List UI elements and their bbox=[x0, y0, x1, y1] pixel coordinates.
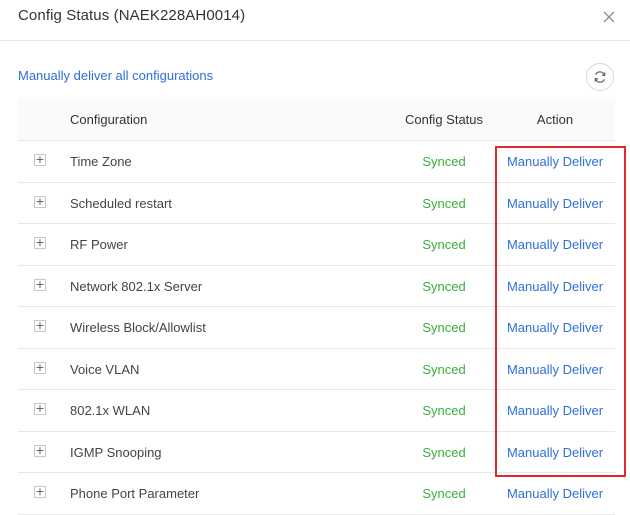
table-header: Configuration Config Status Action bbox=[18, 99, 615, 141]
status-synced: Synced bbox=[422, 361, 466, 377]
refresh-button[interactable] bbox=[586, 63, 614, 91]
table-row: + Network 802.1x Server Synced Manually Del… bbox=[18, 266, 615, 307]
configuration-name: Wireless Block/Allowlist bbox=[70, 320, 206, 335]
configuration-name: RF Power bbox=[70, 237, 128, 252]
status-synced: Synced bbox=[422, 278, 466, 294]
column-header-action: Action bbox=[536, 112, 574, 127]
configuration-name: Voice VLAN bbox=[70, 361, 140, 377]
refresh-icon bbox=[594, 71, 606, 83]
status-synced: Synced bbox=[422, 195, 466, 211]
manually-deliver-link[interactable]: Manually Deliver bbox=[505, 154, 605, 169]
status-synced: Synced bbox=[422, 320, 466, 335]
table-body: + Time Zone Synced Manually Deliver + Schedul… bbox=[18, 141, 615, 515]
config-status-table: Configuration Config Status Action + Time… bbox=[18, 99, 615, 515]
dialog-header: Config Status (NAEK228AH0014) bbox=[0, 0, 630, 41]
column-header-configuration: Configuration bbox=[70, 112, 148, 127]
configuration-name: Phone Port Parameter bbox=[70, 486, 200, 501]
manually-deliver-link[interactable]: Manually Deliver bbox=[505, 445, 605, 460]
expand-row-button[interactable]: + bbox=[34, 320, 46, 332]
expand-row-button[interactable]: + bbox=[34, 278, 46, 291]
status-synced: Synced bbox=[422, 237, 466, 252]
dialog-title: Config Status (NAEK228AH0014) bbox=[18, 7, 246, 24]
table-row: + Wireless Block/Allowlist Synced Manually … bbox=[18, 307, 615, 349]
deliver-all-link[interactable]: Manually deliver all configurations bbox=[18, 68, 213, 83]
expand-row-button[interactable]: + bbox=[34, 195, 46, 208]
manually-deliver-link[interactable]: Manually Deliver bbox=[505, 237, 605, 252]
expand-row-button[interactable]: + bbox=[34, 444, 46, 457]
table-row: + Scheduled restart Synced Manually Deliver bbox=[18, 183, 615, 224]
table-row: + RF Power Synced Manually Deliver bbox=[18, 224, 615, 266]
close-button[interactable] bbox=[600, 8, 618, 26]
table-row: +802.1x WLAN Synced Manually Deliver bbox=[18, 390, 615, 432]
expand-row-button[interactable]: + bbox=[34, 154, 46, 166]
expand-row-button[interactable]: + bbox=[34, 486, 46, 498]
status-synced: Synced bbox=[422, 403, 466, 418]
table-row: + Time Zone Synced Manually Deliver bbox=[18, 141, 615, 183]
status-synced: Synced bbox=[422, 486, 466, 501]
manually-deliver-link[interactable]: Manually Deliver bbox=[505, 362, 605, 377]
configuration-name: Network 802.1x Server bbox=[70, 278, 203, 294]
status-synced: Synced bbox=[422, 444, 466, 460]
configuration-name: Scheduled restart bbox=[70, 195, 172, 211]
close-icon bbox=[603, 11, 615, 23]
status-synced: Synced bbox=[422, 154, 466, 169]
table-row: + Voice VLAN Synced Manually Deliver bbox=[18, 349, 615, 390]
manually-deliver-link[interactable]: Manually Deliver bbox=[505, 196, 605, 211]
configuration-name: 802.1x WLAN bbox=[70, 403, 151, 418]
expand-row-button[interactable]: + bbox=[34, 361, 46, 374]
manually-deliver-link[interactable]: Manually Deliver bbox=[505, 486, 605, 501]
table-row: + Phone Port Parameter Synced Manually Deli… bbox=[18, 473, 615, 515]
table-row: + IGMP Snooping Synced Manually Deliver bbox=[18, 432, 615, 473]
configuration-name: Time Zone bbox=[70, 154, 132, 169]
expand-row-button[interactable]: + bbox=[34, 237, 46, 249]
manually-deliver-link[interactable]: Manually Deliver bbox=[505, 320, 605, 335]
manually-deliver-link[interactable]: Manually Deliver bbox=[505, 403, 605, 418]
configuration-name: IGMP Snooping bbox=[70, 444, 162, 460]
column-header-config-status: Config Status bbox=[404, 112, 484, 127]
expand-row-button[interactable]: + bbox=[34, 403, 46, 415]
manually-deliver-link[interactable]: Manually Deliver bbox=[505, 279, 605, 294]
